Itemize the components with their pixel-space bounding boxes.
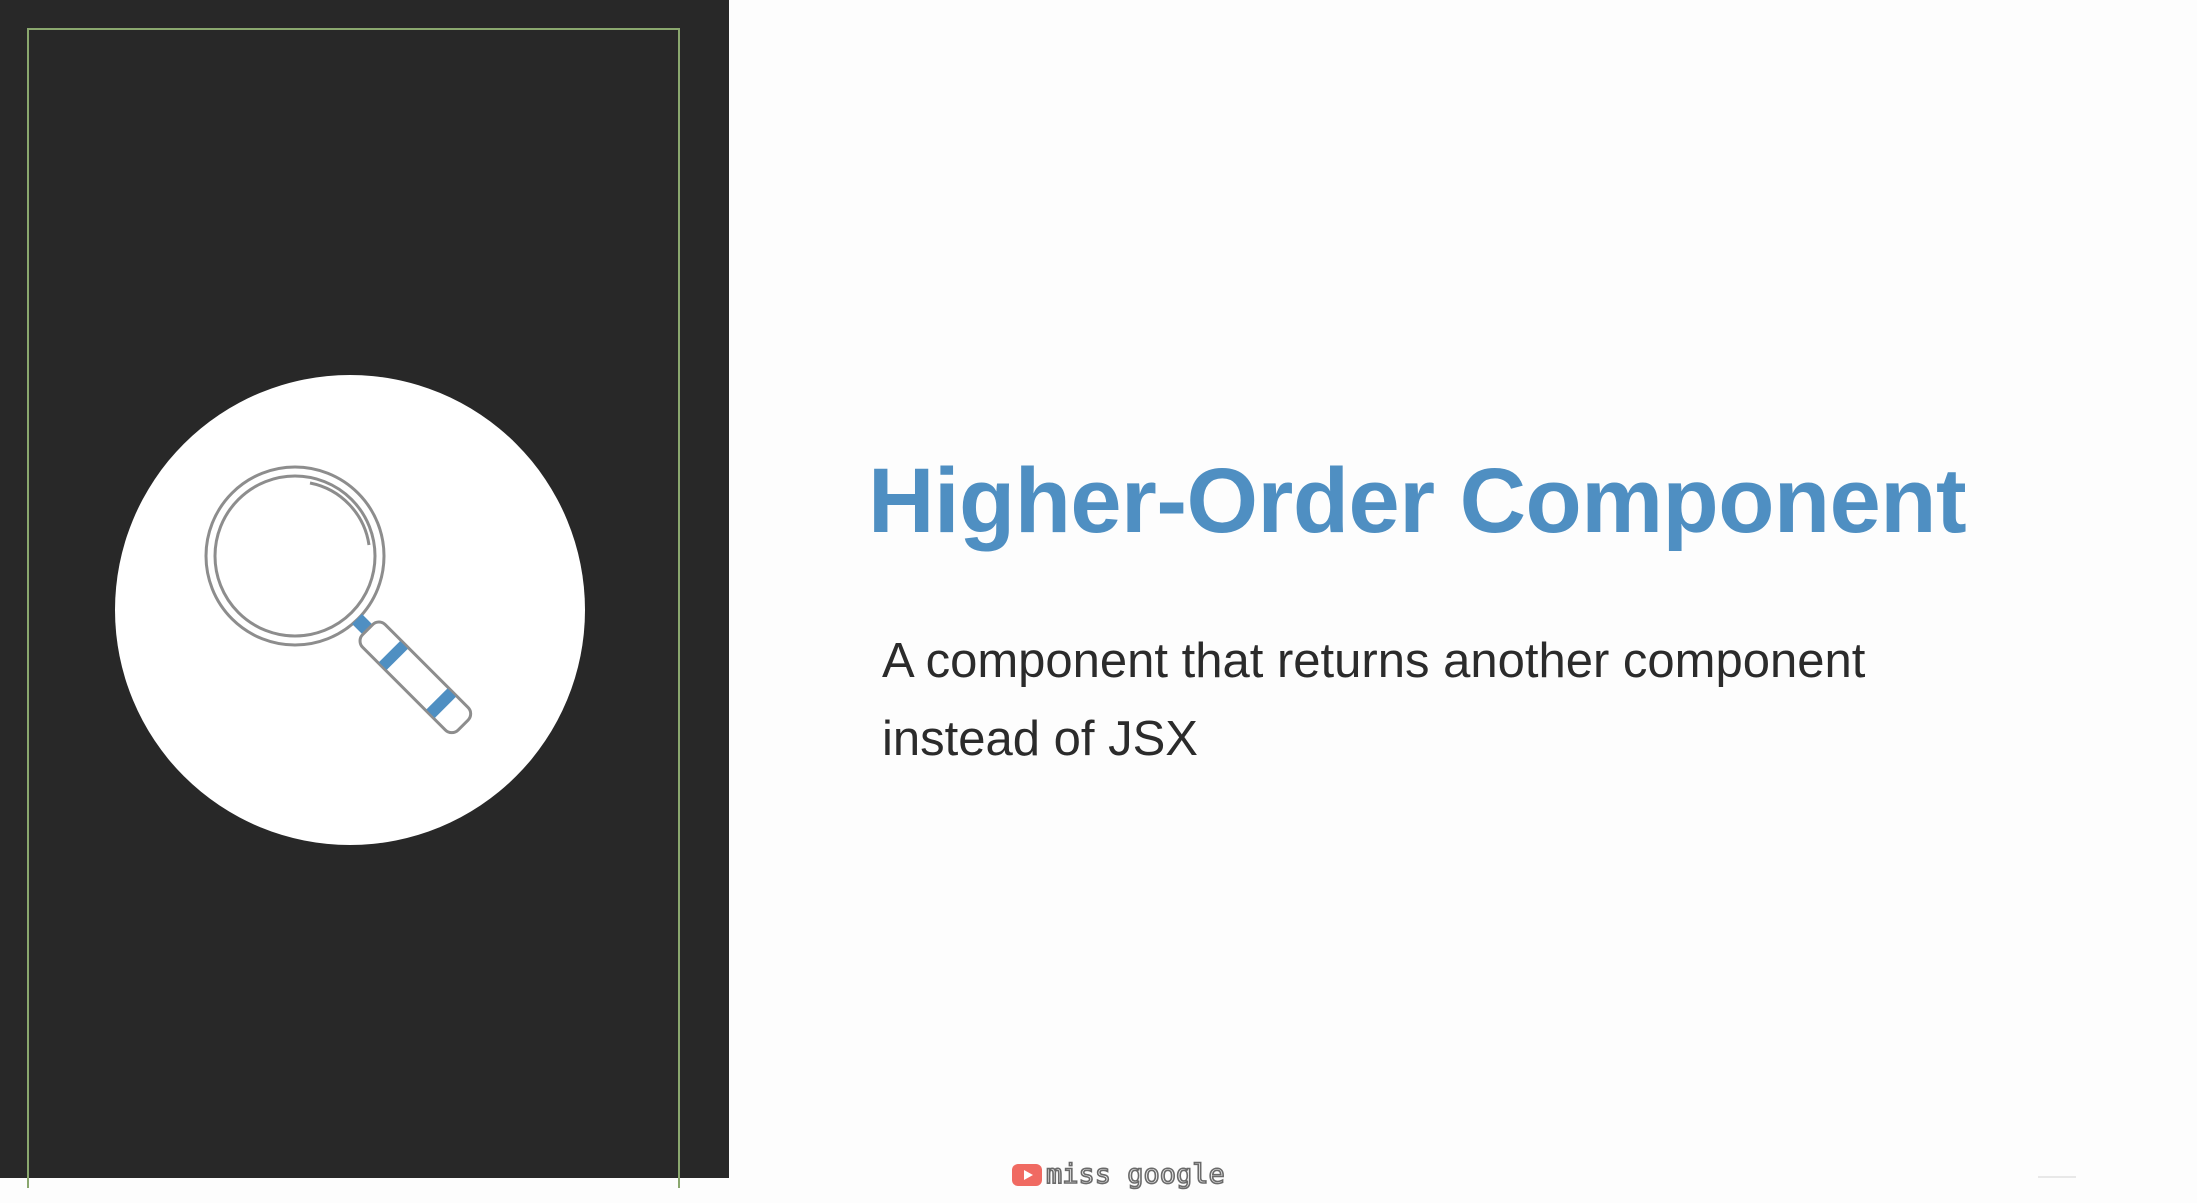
watermark-text: miss google <box>1045 1158 1225 1191</box>
channel-watermark: miss google <box>1012 1158 1226 1192</box>
corner-divider <box>2038 1176 2076 1178</box>
icon-circle <box>115 375 585 845</box>
slide-subtitle: A component that returns another compone… <box>882 634 1866 766</box>
left-dark-panel <box>0 0 729 1188</box>
youtube-play-icon <box>1012 1164 1042 1186</box>
slide-title: Higher-Order Component <box>868 450 1967 552</box>
presentation-slide: Higher-Order Component A component that … <box>0 0 2197 1203</box>
magnifying-glass-icon <box>204 465 473 735</box>
